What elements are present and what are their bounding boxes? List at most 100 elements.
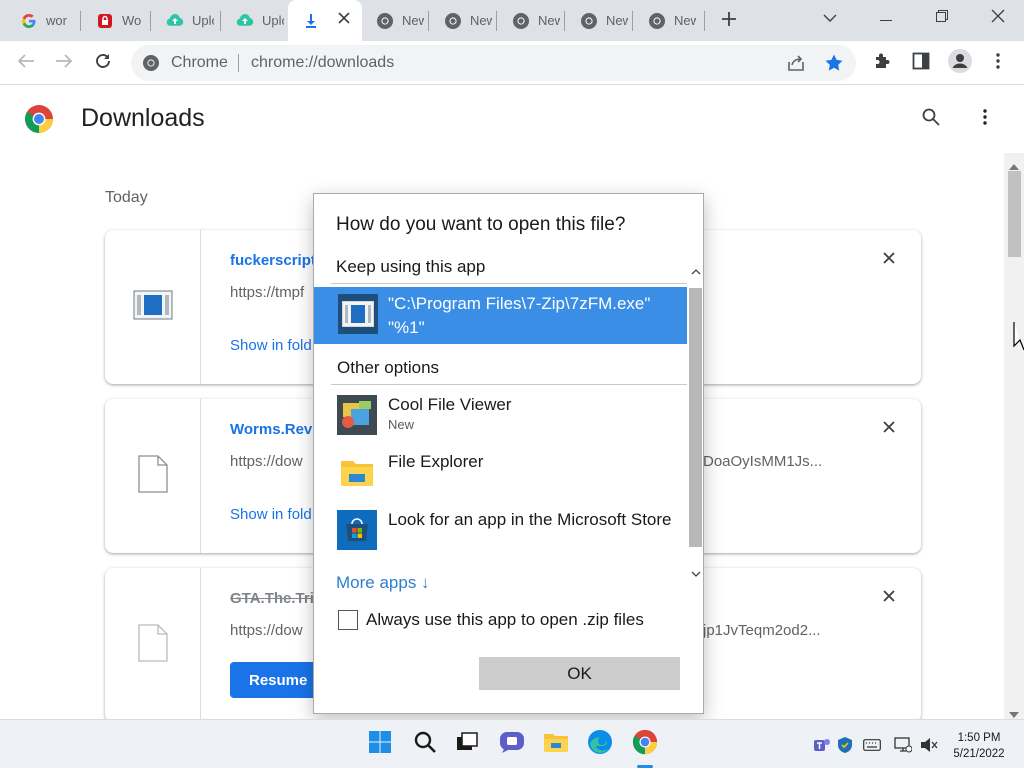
taskbar-search-button[interactable] [410,729,440,759]
chrome-menu-button[interactable] [983,48,1013,78]
always-use-label[interactable]: Always use this app to open .zip files [366,610,644,630]
profile-button[interactable] [945,48,975,78]
app-option-cool-file-viewer[interactable]: Cool File Viewer New [337,393,677,445]
search-icon [413,730,437,759]
show-in-folder-link[interactable]: Show in fold [230,506,312,523]
side-panel-button[interactable] [906,48,936,78]
cool-file-viewer-icon [337,395,377,435]
volume-muted-icon[interactable] [920,736,938,754]
chrome-icon [512,12,530,30]
dialog-scrollbar[interactable] [687,254,704,590]
tab-upload-2[interactable]: Uplo [222,0,288,41]
chevron-down-icon[interactable] [687,566,704,582]
divider [331,283,687,284]
bookmark-star-icon[interactable] [824,53,844,78]
remove-download-button[interactable] [879,250,899,270]
generic-file-icon [137,623,168,667]
google-icon [20,12,38,30]
close-icon [338,11,350,29]
keyboard-icon[interactable] [863,736,881,754]
chevron-up-icon[interactable] [687,264,704,280]
tab-new-4[interactable]: New [566,0,632,41]
file-icon-cell [105,568,201,722]
file-name-link[interactable]: fuckerscript [230,252,316,269]
back-button[interactable] [11,48,41,78]
source-url-tail: jp1JvTeqm2od2... [703,622,821,639]
start-button[interactable] [365,729,395,759]
new-tab-button[interactable] [716,8,742,34]
page-scrollbar[interactable] [1004,153,1024,719]
teams-tray-icon[interactable] [813,736,831,754]
tab-title: New [538,13,560,28]
scrollbar-thumb[interactable] [1008,171,1021,257]
tab-new-5[interactable]: New [634,0,704,41]
file-name-link[interactable]: Worms.Reve [230,421,321,438]
upload-cloud-icon [236,12,254,30]
mouse-cursor-icon [1013,321,1024,357]
downloads-menu-button[interactable] [970,104,1000,134]
reload-button[interactable] [88,48,118,78]
tab-google[interactable]: wor [6,0,76,41]
file-name-link[interactable]: GTA.The.Tri [230,590,314,607]
show-in-folder-link[interactable]: Show in fold [230,337,312,354]
selected-app-option[interactable]: "C:\Program Files\7-Zip\7zFM.exe" "%1" [314,287,687,344]
extensions-button[interactable] [867,48,897,78]
close-window-button[interactable] [970,0,1024,36]
puzzle-icon [873,52,891,75]
file-explorer-button[interactable] [541,729,571,759]
search-downloads-button[interactable] [916,104,946,134]
edge-button[interactable] [585,729,615,759]
restore-button[interactable] [914,0,970,36]
other-options-heading: Other options [337,358,440,377]
tab-upload-1[interactable]: Uplo [152,0,220,41]
task-view-button[interactable] [452,729,482,759]
always-use-checkbox[interactable] [338,610,358,630]
share-icon[interactable] [786,54,806,77]
chrome-taskbar-button[interactable] [630,729,660,759]
resume-button[interactable]: Resume [230,662,320,698]
more-vert-icon [996,52,1000,74]
tab-new-3[interactable]: New [498,0,564,41]
dialog-scrollbar-thumb[interactable] [689,288,702,547]
network-icon[interactable] [894,736,912,754]
source-url[interactable]: https://tmpf [230,284,304,301]
close-tab-button[interactable] [332,8,356,32]
search-icon [922,108,940,131]
reload-icon [94,52,112,75]
minimize-button[interactable] [858,0,914,36]
app-option-microsoft-store[interactable]: Look for an app in the Microsoft Store [337,508,677,560]
remove-download-button[interactable] [879,419,899,439]
taskbar-clock[interactable]: 1:50 PM 5/21/2022 [946,730,1012,762]
ok-button[interactable]: OK [479,657,680,690]
more-apps-link[interactable]: More apps ↓ [336,573,430,593]
source-url[interactable]: https://dow [230,622,303,639]
tab-lock[interactable]: Wo [82,0,150,41]
tab-title: wor [46,13,67,28]
restore-icon [936,9,948,27]
keep-using-heading: Keep using this app [336,257,486,276]
task-view-icon [456,731,478,757]
address-divider [238,54,239,72]
tab-separator [220,11,221,31]
arrow-right-icon [55,53,73,74]
tab-new-2[interactable]: New [430,0,496,41]
close-icon [883,251,895,269]
forward-button[interactable] [49,48,79,78]
app-name: Cool File Viewer [388,395,512,414]
7zip-icon [338,294,378,334]
source-url[interactable]: https://dow [230,453,303,470]
source-url-tail: DoaOyIsMM1Js... [703,453,823,470]
tab-new-1[interactable]: New [362,0,428,41]
chat-button[interactable] [497,729,527,759]
chrome-icon [580,12,598,30]
plus-icon [721,11,737,32]
tab-title: Uplo [192,13,214,28]
security-shield-icon[interactable] [836,736,854,754]
address-bar[interactable]: Chrome chrome://downloads [131,45,856,81]
tab-title: New [606,13,628,28]
date-heading: Today [105,189,148,206]
app-option-file-explorer[interactable]: File Explorer [337,450,677,502]
tab-search-button[interactable] [802,0,858,36]
remove-download-button[interactable] [879,588,899,608]
browser-toolbar: Chrome chrome://downloads [0,41,1024,85]
